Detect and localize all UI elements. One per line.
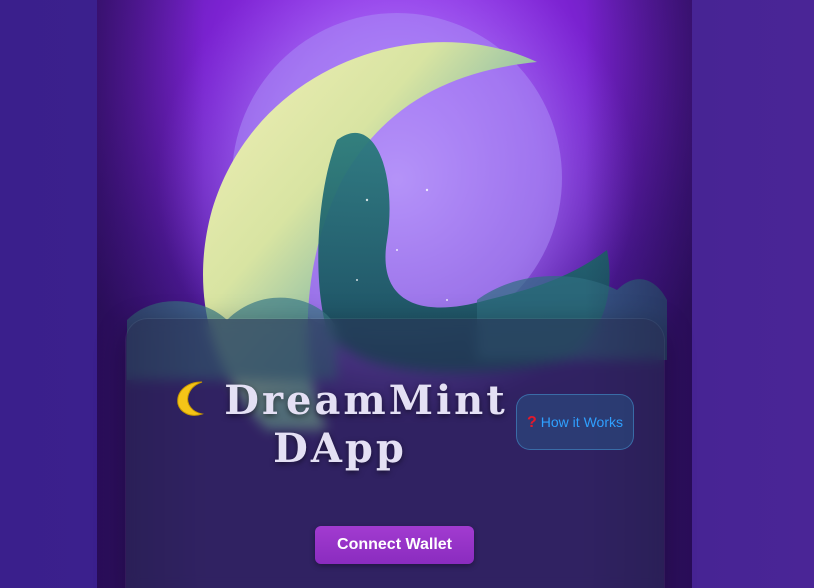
connect-wallet-button[interactable]: Connect Wallet (315, 526, 474, 564)
crescent-moon-icon (177, 381, 205, 416)
how-it-works-button[interactable]: ? How it Works (516, 394, 634, 450)
page-title: DreamMint DApp (160, 377, 520, 473)
app-title-text: DreamMint DApp (224, 377, 508, 472)
question-mark-icon: ? (527, 413, 537, 431)
how-it-works-label: How it Works (540, 413, 623, 430)
